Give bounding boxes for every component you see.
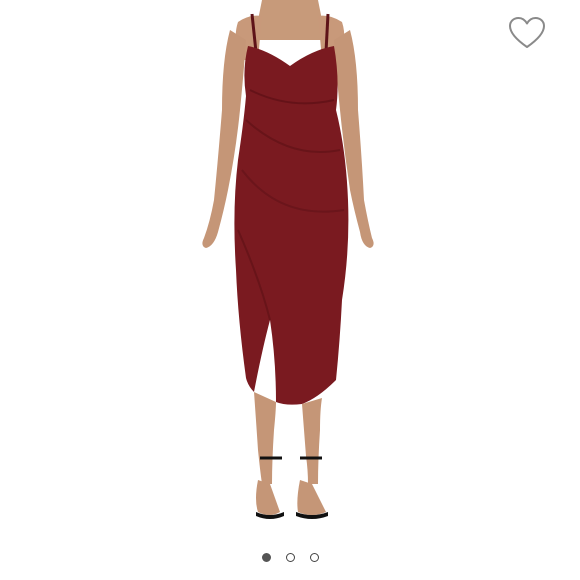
right-foot <box>297 480 326 515</box>
left-leg <box>254 392 276 484</box>
product-screen <box>0 0 580 580</box>
image-carousel-dots <box>0 548 580 566</box>
right-leg <box>302 398 322 484</box>
carousel-dot-1[interactable] <box>261 552 271 562</box>
heart-outline-icon <box>509 17 545 48</box>
model-in-dress-illustration <box>202 0 374 519</box>
right-strap <box>324 13 330 53</box>
model-neck <box>250 0 330 40</box>
product-photo[interactable] <box>0 0 580 540</box>
carousel-dot-3[interactable] <box>309 552 319 562</box>
carousel-dot-2[interactable] <box>285 552 295 562</box>
wishlist-button[interactable] <box>505 13 549 53</box>
left-foot <box>256 480 280 515</box>
